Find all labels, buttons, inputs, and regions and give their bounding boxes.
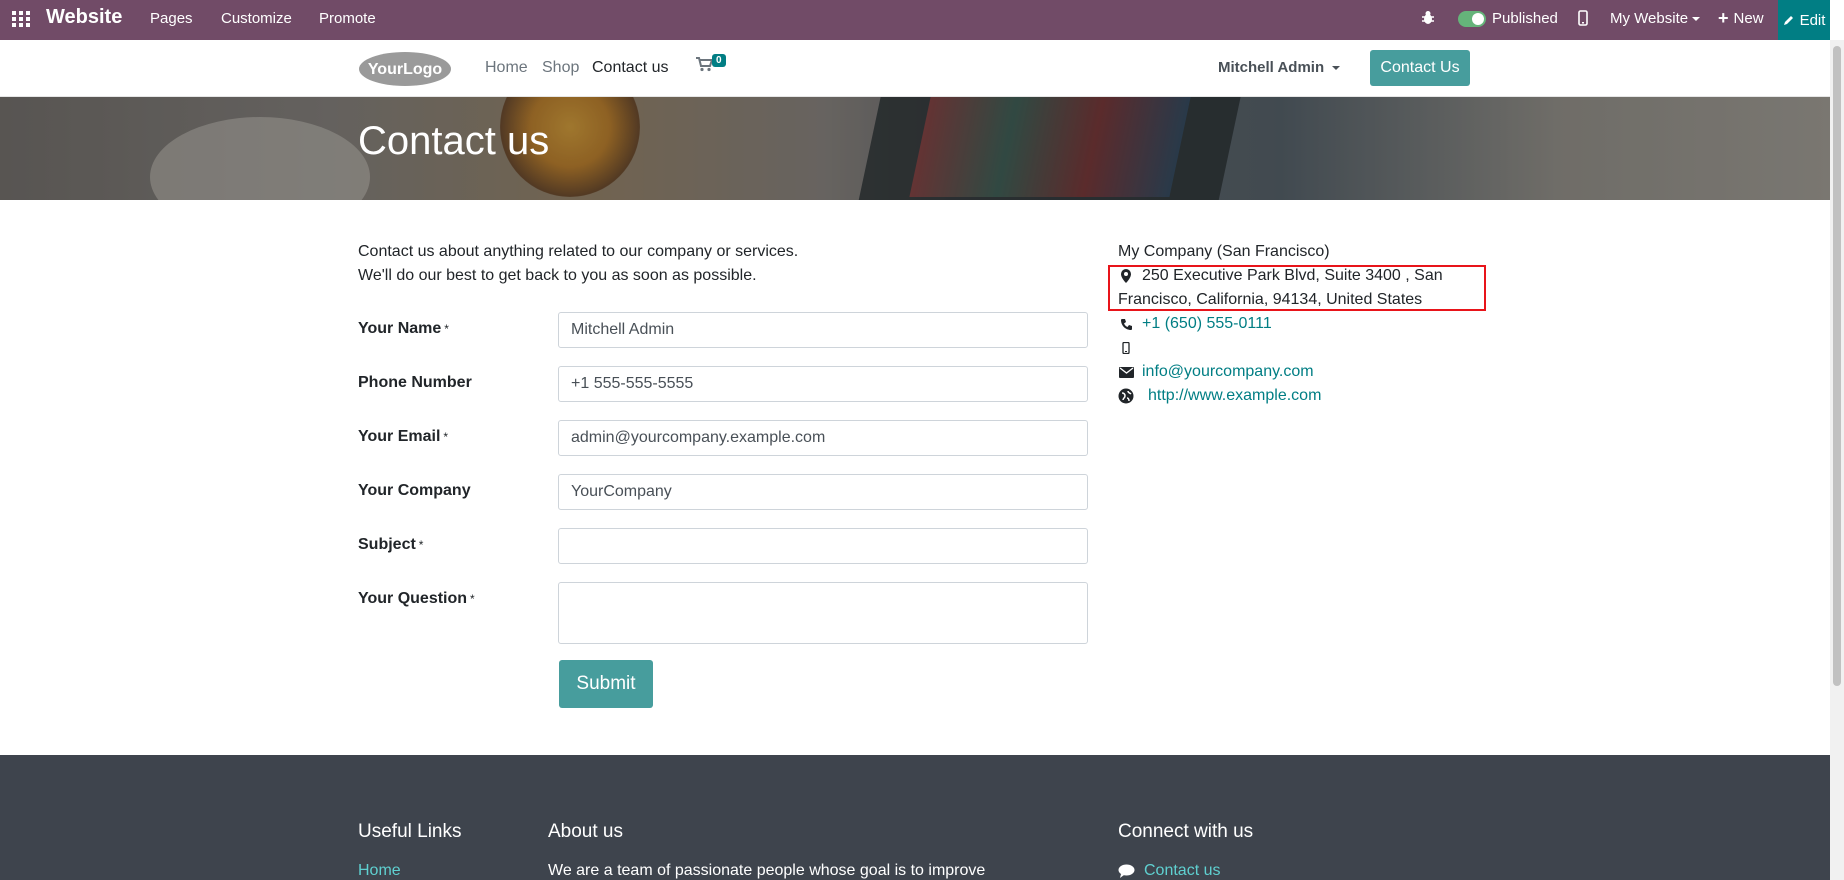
website-switcher-label: My Website bbox=[1610, 10, 1689, 27]
hero-overlay bbox=[0, 97, 1830, 200]
menu-pages[interactable]: Pages bbox=[150, 10, 193, 27]
footer-home-link[interactable]: Home bbox=[358, 862, 401, 880]
caret-down-icon bbox=[1332, 65, 1341, 70]
nav-home[interactable]: Home bbox=[485, 59, 528, 77]
email-link[interactable]: info@yourcompany.com bbox=[1142, 360, 1314, 384]
intro-text: Contact us about anything related to our… bbox=[358, 240, 798, 288]
footer: Useful Links Home About us We are a team… bbox=[0, 755, 1830, 880]
footer-connect-title: Connect with us bbox=[1118, 821, 1254, 842]
company-website: http://www.example.com bbox=[1118, 384, 1443, 408]
scrollbar-thumb[interactable] bbox=[1833, 46, 1841, 686]
logo-text: YourLogo bbox=[368, 61, 443, 78]
user-name: Mitchell Admin bbox=[1218, 59, 1325, 76]
app-name[interactable]: Website bbox=[46, 6, 122, 29]
footer-about-text: We are a team of passionate people whose… bbox=[548, 862, 986, 879]
caret-down-icon bbox=[1692, 16, 1701, 21]
debug-icon[interactable] bbox=[1420, 10, 1436, 26]
contact-us-button[interactable]: Contact Us bbox=[1370, 50, 1470, 86]
comment-icon bbox=[1118, 864, 1135, 878]
question-textarea[interactable] bbox=[558, 582, 1088, 644]
intro-line-2: We'll do our best to get back to you as … bbox=[358, 267, 757, 284]
field-label: Your Name * bbox=[358, 320, 449, 337]
new-label: New bbox=[1733, 10, 1764, 27]
company-mobile bbox=[1118, 336, 1443, 360]
published-toggle[interactable]: Published bbox=[1458, 10, 1558, 27]
form-row-subject: Subject * bbox=[358, 528, 1090, 566]
field-label: Phone Number bbox=[358, 374, 472, 391]
form-row-company: Your Company YourCompany bbox=[358, 474, 1090, 512]
user-menu[interactable]: Mitchell Admin bbox=[1218, 59, 1341, 76]
pencil-icon bbox=[1783, 16, 1793, 25]
company-logo[interactable]: YourLogo bbox=[358, 50, 452, 88]
admin-navbar: Website Pages Customize Promote Publishe… bbox=[0, 0, 1830, 40]
website-link[interactable]: http://www.example.com bbox=[1148, 384, 1321, 408]
page-scrollbar[interactable] bbox=[1830, 40, 1844, 880]
cart-button[interactable]: 0 bbox=[695, 54, 726, 77]
form-row-email: Your Email * admin@yourcompany.example.co… bbox=[358, 420, 1090, 458]
form-row-name: Your Name * Mitchell Admin bbox=[358, 312, 1090, 350]
edit-button[interactable]: Edit bbox=[1778, 0, 1830, 40]
published-label: Published bbox=[1492, 10, 1558, 27]
envelope-icon bbox=[1118, 366, 1134, 378]
edit-label: Edit bbox=[1799, 11, 1826, 29]
footer-about-title: About us bbox=[548, 821, 623, 842]
phone-input[interactable]: +1 555-555-5555 bbox=[558, 366, 1088, 402]
mobile-preview-icon[interactable] bbox=[1578, 10, 1588, 26]
page-title: Contact us bbox=[358, 119, 550, 163]
company-email: info@yourcompany.com bbox=[1118, 360, 1443, 384]
name-input[interactable]: Mitchell Admin bbox=[558, 312, 1088, 348]
intro-line-1: Contact us about anything related to our… bbox=[358, 243, 799, 260]
shopping-cart-icon bbox=[696, 57, 714, 72]
site-header: YourLogo Home Shop Contact us 0 Mitchell… bbox=[0, 40, 1830, 97]
company-input[interactable]: YourCompany bbox=[558, 474, 1088, 510]
globe-icon bbox=[1118, 388, 1134, 404]
new-button[interactable]: + New bbox=[1718, 8, 1764, 28]
phone-icon bbox=[1118, 318, 1134, 331]
footer-contact-link[interactable]: Contact us bbox=[1118, 862, 1220, 880]
cart-count-badge: 0 bbox=[712, 54, 726, 67]
page: Website Pages Customize Promote Publishe… bbox=[0, 0, 1830, 880]
nav-shop[interactable]: Shop bbox=[542, 59, 579, 77]
footer-useful-links-title: Useful Links bbox=[358, 821, 462, 842]
apps-grid-icon[interactable] bbox=[12, 10, 30, 28]
field-label: Your Company bbox=[358, 482, 471, 499]
toggle-switch-icon[interactable] bbox=[1458, 10, 1486, 27]
email-input[interactable]: admin@yourcompany.example.com bbox=[558, 420, 1088, 456]
company-name: My Company (San Francisco) bbox=[1118, 243, 1330, 260]
nav-contact-us[interactable]: Contact us bbox=[592, 59, 668, 77]
hero-banner: Contact us bbox=[0, 97, 1830, 200]
menu-customize[interactable]: Customize bbox=[221, 10, 292, 27]
address-highlight-box bbox=[1108, 265, 1486, 311]
footer-contact-label: Contact us bbox=[1144, 862, 1221, 879]
plus-icon: + bbox=[1718, 8, 1729, 28]
field-label: Subject * bbox=[358, 536, 424, 553]
mobile-icon bbox=[1118, 342, 1134, 354]
form-row-question: Your Question * bbox=[358, 582, 1090, 644]
website-switcher[interactable]: My Website bbox=[1610, 10, 1701, 27]
phone-link[interactable]: +1 (650) 555-0111 bbox=[1142, 312, 1272, 336]
form-row-phone: Phone Number +1 555-555-5555 bbox=[358, 366, 1090, 404]
subject-input[interactable] bbox=[558, 528, 1088, 564]
field-label: Your Question * bbox=[358, 590, 475, 607]
submit-button[interactable]: Submit bbox=[559, 660, 653, 708]
field-label: Your Email * bbox=[358, 428, 449, 445]
menu-promote[interactable]: Promote bbox=[319, 10, 376, 27]
company-phone: +1 (650) 555-0111 bbox=[1118, 312, 1443, 336]
